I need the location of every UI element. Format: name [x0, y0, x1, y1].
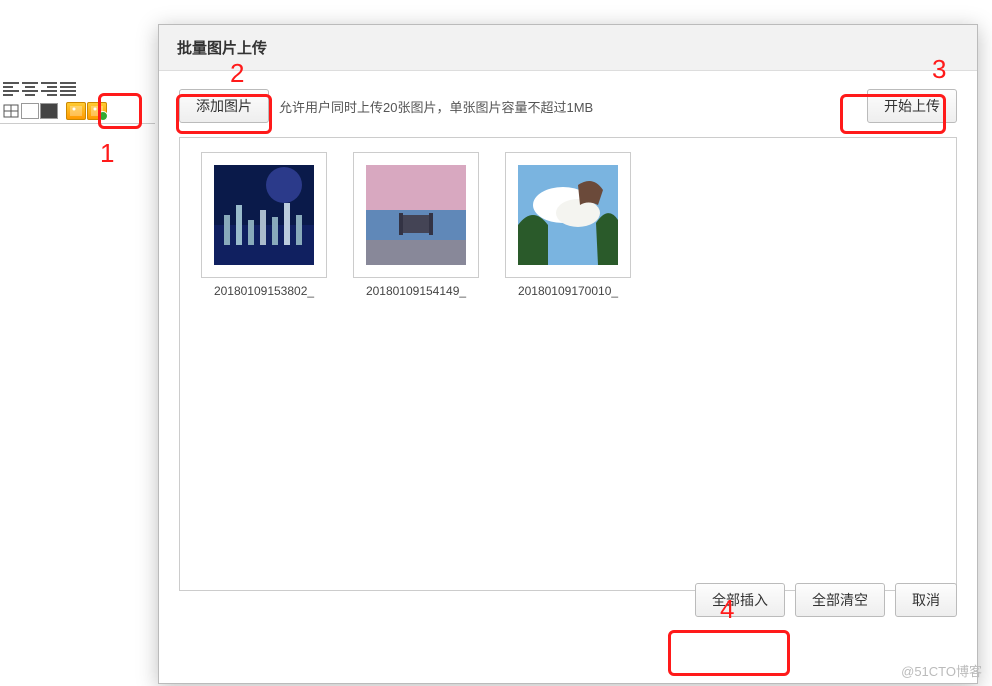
thumbnail[interactable]: 20180109153802_ [194, 152, 334, 298]
thumbnail[interactable]: 20180109154149_ [346, 152, 486, 298]
insert-all-button[interactable]: 全部插入 [695, 583, 785, 617]
upload-bar: 添加图片 允许用户同时上传20张图片，单张图片容量不超过1MB 开始上传 [179, 89, 957, 123]
batch-upload-dialog: 批量图片上传 添加图片 允许用户同时上传20张图片，单张图片容量不超过1MB 开… [158, 24, 978, 684]
thumbnail-image [505, 152, 631, 278]
start-upload-button[interactable]: 开始上传 [867, 89, 957, 123]
thumbnail[interactable]: 20180109170010_ [498, 152, 638, 298]
dialog-title: 批量图片上传 [159, 25, 977, 71]
thumbnail-name: 20180109154149_ [346, 284, 486, 298]
preview-pane: 20180109153802_ 20180109154149_ [179, 137, 957, 591]
watermark: @51CTO博客 [901, 661, 982, 680]
thumbnail-name: 20180109153802_ [194, 284, 334, 298]
thumbnail-name: 20180109170010_ [498, 284, 638, 298]
cancel-button[interactable]: 取消 [895, 583, 957, 617]
add-image-button[interactable]: 添加图片 [179, 89, 269, 123]
dialog-body: 添加图片 允许用户同时上传20张图片，单张图片容量不超过1MB 开始上传 [159, 71, 977, 631]
thumbnail-image [201, 152, 327, 278]
clear-all-button[interactable]: 全部清空 [795, 583, 885, 617]
upload-hint: 允许用户同时上传20张图片，单张图片容量不超过1MB [279, 97, 857, 116]
thumbnail-image [353, 152, 479, 278]
dialog-footer: 全部插入 全部清空 取消 [159, 569, 977, 631]
